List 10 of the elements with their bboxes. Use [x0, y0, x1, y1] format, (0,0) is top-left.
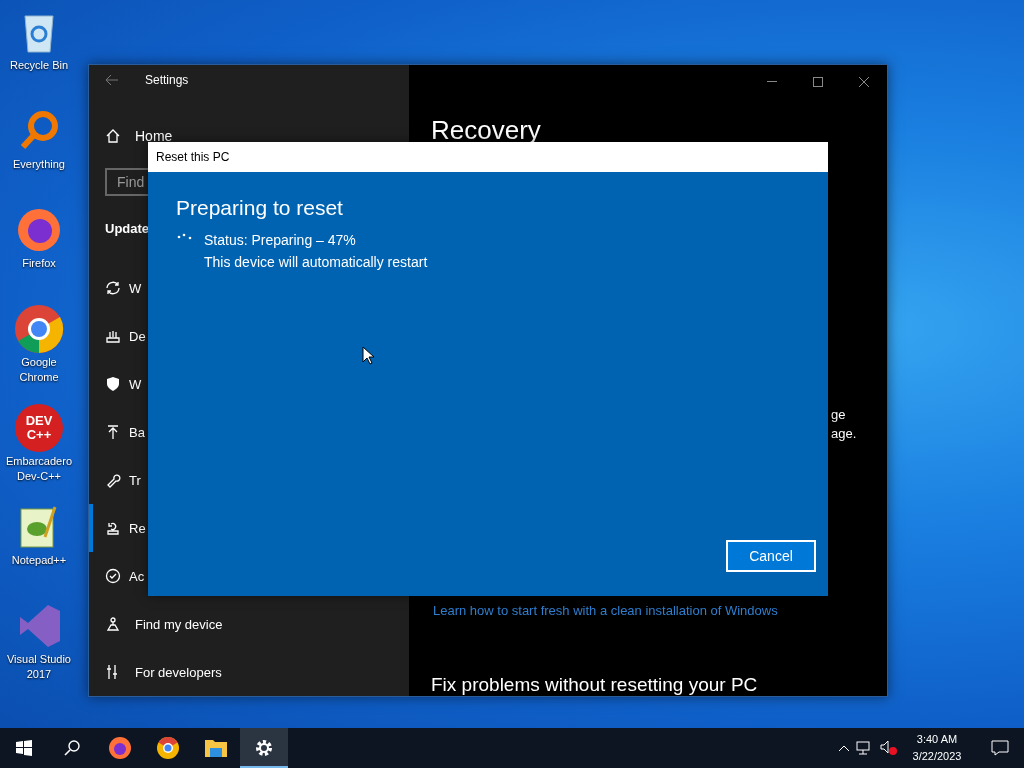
window-title: Settings: [145, 72, 189, 87]
restart-note: This device will automatically restart: [204, 254, 428, 270]
dev-cpp-logo: DEV C++: [15, 404, 63, 452]
section-heading: Fix problems without resetting your PC: [431, 674, 759, 696]
text-fragment: ge: [831, 405, 847, 424]
dialog-title: Reset this PC: [148, 142, 828, 172]
status-text: Status: Preparing – 47%: [204, 232, 357, 248]
dialog-heading: Preparing to reset: [176, 196, 344, 220]
section-heading: Update: [105, 221, 150, 237]
text-fragment: age.: [831, 424, 858, 443]
